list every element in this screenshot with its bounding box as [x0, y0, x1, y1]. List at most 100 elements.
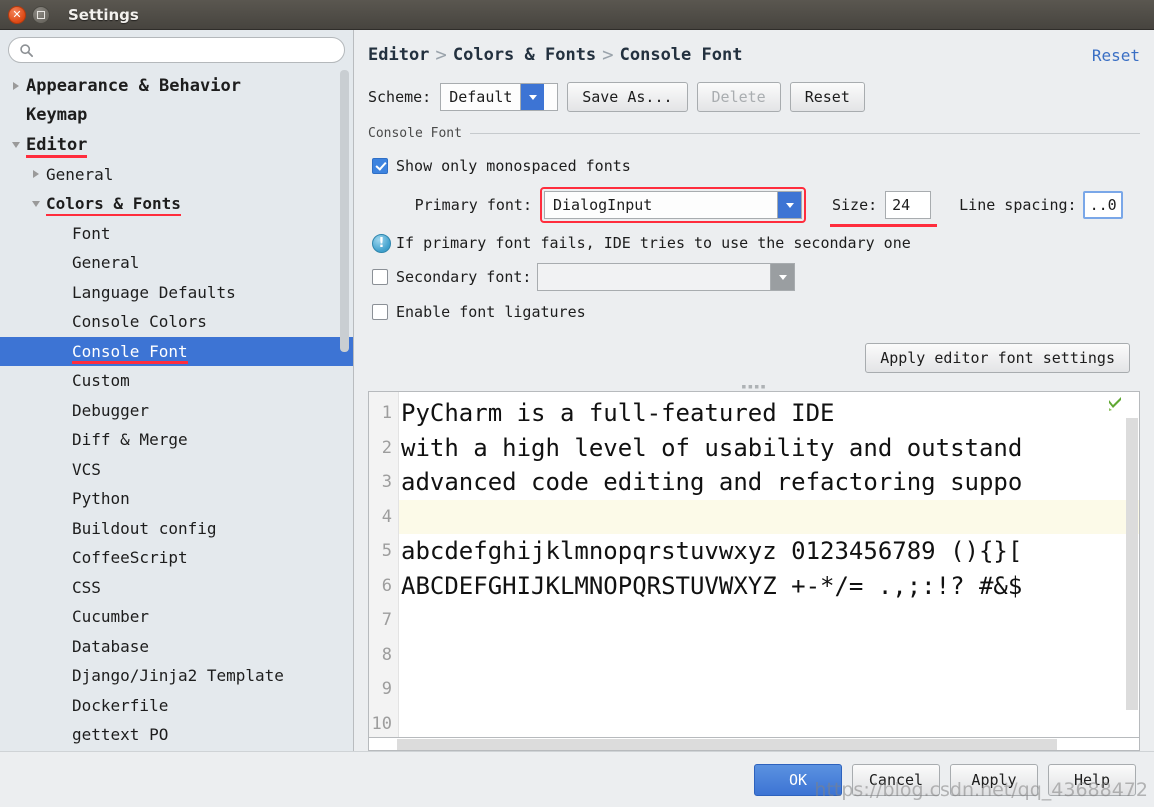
sidebar-item-dockerfile[interactable]: Dockerfile: [0, 691, 353, 721]
sidebar-item-editor[interactable]: Editor: [0, 130, 353, 160]
preview-vertical-scrollbar-thumb[interactable]: [1126, 418, 1138, 710]
primary-font-highlight: DialogInput: [540, 187, 806, 223]
chevron-down-icon[interactable]: [28, 196, 44, 212]
line-spacing-label: Line spacing:: [959, 196, 1077, 214]
show-monospaced-checkbox[interactable]: [372, 158, 388, 174]
sidebar-item-label: Colors & Fonts: [46, 194, 181, 217]
sidebar-item-label: Debugger: [72, 400, 150, 420]
sidebar-item-label: Language Defaults: [72, 282, 236, 302]
preview-horizontal-scrollbar[interactable]: [368, 738, 1140, 751]
apply-editor-font-settings-button[interactable]: Apply editor font settings: [865, 343, 1130, 373]
preview-line: [399, 672, 1139, 707]
sidebar-item-language-defaults[interactable]: Language Defaults: [0, 278, 353, 308]
ok-button[interactable]: OK: [754, 763, 842, 796]
breadcrumb-row: Editor > Colors & Fonts > Console Font Reset: [368, 40, 1140, 70]
primary-font-select[interactable]: DialogInput: [544, 191, 802, 219]
chevron-glyph: [12, 141, 20, 148]
search-input[interactable]: [40, 41, 334, 59]
preview-code-area[interactable]: PyCharm is a full-featured IDE with a hig…: [399, 392, 1139, 737]
sidebar-item-css[interactable]: CSS: [0, 573, 353, 603]
ligatures-row[interactable]: Enable font ligatures: [372, 295, 1140, 329]
sidebar-item-debugger[interactable]: Debugger: [0, 396, 353, 426]
secondary-font-chevron-down-icon[interactable]: [770, 264, 795, 290]
size-input[interactable]: 24: [885, 191, 932, 219]
show-monospaced-row[interactable]: Show only monospaced fonts: [372, 149, 1140, 183]
show-monospaced-label: Show only monospaced fonts: [396, 157, 631, 175]
sidebar-item-vcs[interactable]: VCS: [0, 455, 353, 485]
preview-horizontal-scrollbar-thumb[interactable]: [397, 739, 1057, 750]
size-label: Size:: [832, 196, 878, 214]
secondary-font-checkbox[interactable]: [372, 269, 388, 285]
sidebar-item-label: Editor: [26, 134, 88, 158]
preview-line: ABCDEFGHIJKLMNOPQRSTUVWXYZ +-*/= .,;:!? …: [401, 571, 1023, 600]
sidebar-scrollbar-thumb[interactable]: [340, 70, 349, 352]
sidebar-item-label: Django/Jinja2 Template: [72, 666, 284, 686]
chevron-down-icon[interactable]: [8, 137, 24, 153]
sidebar-item-appearance-behavior[interactable]: Appearance & Behavior: [0, 71, 353, 101]
save-as-button[interactable]: Save As...: [567, 82, 688, 112]
preview-line: [399, 603, 1139, 638]
sidebar-item-buildout-config[interactable]: Buildout config: [0, 514, 353, 544]
close-icon[interactable]: ✕: [8, 5, 26, 24]
sidebar-item-diff-merge[interactable]: Diff & Merge: [0, 425, 353, 455]
sidebar-scrollbar[interactable]: [340, 70, 349, 760]
primary-font-hint: If primary font fails, IDE tries to use …: [396, 234, 911, 252]
chevron-down-icon[interactable]: [520, 84, 545, 110]
sidebar-item-keymap[interactable]: Keymap: [0, 101, 353, 131]
sidebar-item-label: Keymap: [26, 105, 88, 126]
secondary-font-select[interactable]: [537, 263, 796, 291]
scheme-select[interactable]: Default: [440, 83, 559, 111]
checkmark-icon[interactable]: [1107, 396, 1123, 412]
sidebar-item-custom[interactable]: Custom: [0, 366, 353, 396]
sidebar-item-console-colors[interactable]: Console Colors: [0, 307, 353, 337]
line-number-gutter: 1 2 3 4 5 6 7 8 9 10: [369, 392, 399, 737]
chevron-right-icon[interactable]: [28, 166, 44, 182]
scheme-reset-button[interactable]: Reset: [789, 82, 865, 112]
line-number: 6: [381, 575, 392, 596]
sidebar-item-colors-fonts[interactable]: Colors & Fonts: [0, 189, 353, 219]
chevron-right-icon[interactable]: [8, 78, 24, 94]
window-title: Settings: [68, 5, 139, 24]
primary-font-hint-row: ! If primary font fails, IDE tries to us…: [372, 227, 1140, 259]
cancel-button[interactable]: Cancel: [852, 763, 940, 796]
window-titlebar: ✕ Settings: [0, 0, 1154, 30]
sidebar-item-general[interactable]: General: [0, 160, 353, 190]
sidebar-item-general[interactable]: General: [0, 248, 353, 278]
ligatures-checkbox[interactable]: [372, 304, 388, 320]
preview-line: PyCharm is a full-featured IDE: [401, 399, 835, 427]
sidebar-item-django-jinja2-template[interactable]: Django/Jinja2 Template: [0, 661, 353, 691]
help-button[interactable]: Help: [1048, 763, 1136, 796]
sidebar-item-python[interactable]: Python: [0, 484, 353, 514]
sidebar-item-database[interactable]: Database: [0, 632, 353, 662]
sidebar-item-label: VCS: [72, 459, 101, 479]
dialog-body: Appearance & Behavior Keymap Editor General…: [0, 30, 1154, 751]
search-box[interactable]: [8, 37, 345, 63]
maximize-icon[interactable]: [32, 5, 50, 24]
apply-button[interactable]: Apply: [950, 763, 1038, 796]
font-preview-panel: ▪▪▪▪ 1 2 3 4 5 6 7 8 9 10 PyCharm is a full-featu…: [368, 382, 1140, 751]
settings-tree[interactable]: Appearance & Behavior Keymap Editor General…: [0, 69, 353, 751]
sidebar-item-coffeescript[interactable]: CoffeeScript: [0, 543, 353, 573]
line-number: 8: [381, 644, 392, 665]
line-number: 9: [381, 679, 392, 699]
primary-font-chevron-down-icon[interactable]: [777, 192, 801, 218]
size-group: Size: 24: [830, 191, 938, 227]
sidebar-item-font[interactable]: Font: [0, 219, 353, 249]
dialog-footer: OK Cancel Apply Help https://blog.csdn.n…: [0, 751, 1154, 807]
preview-editor[interactable]: 1 2 3 4 5 6 7 8 9 10 PyCharm is a full-featured I…: [368, 391, 1140, 738]
preview-line: advanced code editing and refactoring su…: [401, 468, 1023, 496]
sidebar-item-cucumber[interactable]: Cucumber: [0, 602, 353, 632]
reset-link[interactable]: Reset: [1092, 46, 1140, 65]
sidebar-item-gettext-po[interactable]: gettext PO: [0, 720, 353, 750]
splitter-grip[interactable]: ▪▪▪▪: [368, 382, 1140, 392]
line-number: 4: [381, 506, 392, 527]
search-container: [0, 30, 353, 69]
sidebar-item-console-font[interactable]: Console Font: [0, 336, 353, 366]
sidebar-item-label: Console Colors: [72, 312, 207, 332]
line-spacing-input[interactable]: ..0: [1082, 191, 1123, 219]
